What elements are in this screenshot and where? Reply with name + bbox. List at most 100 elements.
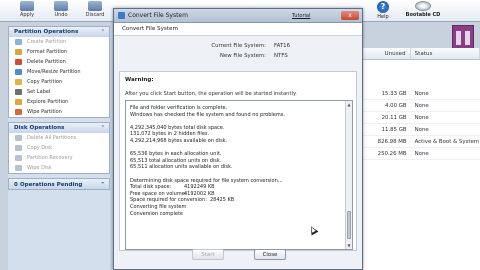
- new-fs-value: NTFS: [274, 53, 288, 59]
- operations-pending-header[interactable]: 0 Operations Pending ⌃: [8, 178, 110, 190]
- table-row[interactable]: 20.11 GB None: [359, 112, 480, 124]
- delete-partition-icon: [15, 59, 22, 65]
- sidebar-item-explore-partition[interactable]: Explore Partition: [9, 97, 109, 107]
- table-row[interactable]: 15.33 GB None: [359, 88, 480, 100]
- scroll-up-icon[interactable]: ▲: [346, 101, 352, 108]
- sidebar-item-label: Move/Resize Partition: [27, 69, 81, 75]
- left-sidebar: Partition Operations ⌃ Create Partition F…: [8, 26, 110, 270]
- column-header-status[interactable]: Status: [411, 48, 480, 59]
- partition-operations-panel: Partition Operations ⌃ Create Partition F…: [8, 26, 110, 118]
- sidebar-item-create-partition[interactable]: Create Partition: [9, 37, 109, 47]
- bootable-cd-button[interactable]: Bootable CD: [400, 1, 446, 18]
- discard-button[interactable]: Discard: [80, 1, 110, 21]
- convert-file-system-dialog: Convert File System Tutorial x Convert F…: [113, 8, 363, 270]
- log-value: 28425 KB: [210, 197, 235, 204]
- wipe-disk-icon: [15, 165, 22, 171]
- unused-cell: 826.98 MB: [377, 139, 407, 145]
- start-button[interactable]: Start: [192, 249, 224, 260]
- unused-cell: 20.11 GB: [381, 115, 407, 121]
- column-header-unused[interactable]: Unused: [359, 48, 411, 59]
- wipe-partition-icon: [15, 109, 22, 115]
- partition-visual-icon: [452, 25, 474, 49]
- sidebar-item-label: Partition Recovery: [27, 155, 73, 161]
- sidebar-item-wipe-partition[interactable]: Wipe Partition: [9, 107, 109, 117]
- table-header: Unused Status: [359, 48, 480, 60]
- discard-icon: [88, 1, 102, 11]
- sidebar-item-label: Copy Partition: [27, 79, 63, 85]
- table-row[interactable]: 250.26 MB None: [359, 148, 480, 160]
- help-icon: ?: [377, 1, 389, 13]
- tutorial-link[interactable]: Tutorial: [292, 13, 310, 19]
- warning-text: After you click Start button, the operat…: [125, 91, 297, 97]
- sidebar-item-copy-disk[interactable]: Copy Disk: [9, 143, 109, 153]
- format-partition-icon: [15, 49, 22, 55]
- log-line: Converting file system: [130, 204, 187, 210]
- table-row[interactable]: 4.00 GB None: [359, 100, 480, 112]
- sidebar-item-partition-recovery[interactable]: Partition Recovery: [9, 153, 109, 163]
- sidebar-item-label: Format Partition: [27, 49, 68, 55]
- explore-partition-icon: [15, 99, 22, 105]
- collapse-chevron-icon[interactable]: ⌃: [101, 27, 109, 37]
- sidebar-item-delete-all-partitions[interactable]: Delete All Partitions: [9, 133, 109, 143]
- warning-panel: Warning: After you click Start button, t…: [119, 71, 357, 251]
- log-key: Total disk space:: [130, 184, 172, 191]
- sidebar-item-move-resize-partition[interactable]: Move/Resize Partition: [9, 67, 109, 77]
- unused-cell: 250.26 MB: [377, 151, 407, 157]
- status-cell: None: [414, 127, 429, 133]
- disk-operations-panel: Disk Operations ⌃ Delete All Partitions C…: [8, 122, 110, 174]
- close-button[interactable]: Close: [254, 249, 286, 260]
- create-partition-icon: [15, 39, 22, 45]
- log-line: 4,292,214,968 bytes available on disk.: [130, 138, 228, 144]
- sidebar-item-label: Delete Partition: [27, 59, 66, 65]
- table-row[interactable]: 826.98 MB Active & Boot & System: [359, 136, 480, 148]
- sidebar-item-label: Wipe Partition: [27, 109, 62, 115]
- set-label-icon: [15, 89, 22, 95]
- copy-disk-icon: [15, 145, 22, 151]
- log-line: Conversion complete: [130, 210, 183, 217]
- dialog-title: Convert File System: [128, 12, 188, 19]
- sidebar-item-label: Explore Partition: [27, 99, 69, 105]
- sidebar-item-set-label[interactable]: Set Label: [9, 87, 109, 97]
- log-key: Free space on volume:: [130, 190, 187, 197]
- cd-icon: [415, 1, 431, 11]
- scroll-thumb[interactable]: [347, 211, 351, 239]
- sidebar-item-label: Wipe Disk: [27, 165, 52, 171]
- log-value: 4192002 KB: [184, 190, 215, 197]
- partition-recovery-icon: [15, 155, 22, 161]
- scroll-down-icon[interactable]: ▼: [346, 242, 352, 249]
- table-row[interactable]: 11.85 GB None: [359, 124, 480, 136]
- log-line: 65,511 allocation units available on dis…: [130, 164, 233, 171]
- apply-button[interactable]: Apply: [12, 1, 42, 21]
- conversion-log[interactable]: File and folder verification is complete…: [125, 100, 353, 250]
- status-cell: None: [414, 103, 429, 109]
- delete-all-partitions-icon: [15, 135, 22, 141]
- collapse-chevron-icon[interactable]: ⌃: [100, 179, 109, 189]
- partition-operations-header[interactable]: Partition Operations ⌃: [9, 27, 109, 37]
- undo-icon: [54, 1, 68, 11]
- sidebar-item-copy-partition[interactable]: Copy Partition: [9, 77, 109, 87]
- undo-button[interactable]: Undo: [46, 1, 76, 21]
- app-icon: [118, 12, 125, 19]
- status-cell: Active & Boot & System: [414, 139, 480, 145]
- help-button[interactable]: ? Help: [370, 1, 396, 20]
- move-resize-partition-icon: [15, 69, 22, 75]
- collapse-chevron-icon[interactable]: ⌃: [101, 123, 109, 133]
- log-line: Free space on volume:4192002 KB: [130, 191, 215, 197]
- log-line: 65,513 total allocation units on disk.: [130, 157, 222, 164]
- log-line: Determining disk space required for file…: [130, 177, 283, 184]
- unused-cell: 4.00 GB: [385, 103, 407, 109]
- dialog-titlebar[interactable]: Convert File System Tutorial x: [114, 9, 362, 23]
- log-line: File and folder verification is complete…: [130, 105, 228, 111]
- warning-title: Warning:: [125, 77, 154, 83]
- log-line: 65,536 bytes in each allocation unit.: [130, 151, 222, 158]
- sidebar-item-delete-partition[interactable]: Delete Partition: [9, 57, 109, 67]
- sidebar-item-wipe-disk[interactable]: Wipe Disk: [9, 163, 109, 173]
- sidebar-item-label: Create Partition: [27, 39, 67, 45]
- log-scrollbar[interactable]: ▲ ▼: [345, 101, 352, 249]
- log-line: Windows has checked the file system and …: [130, 111, 285, 118]
- disk-operations-header[interactable]: Disk Operations ⌃: [9, 123, 109, 133]
- sidebar-item-label: Set Label: [27, 89, 51, 95]
- sidebar-item-format-partition[interactable]: Format Partition: [9, 47, 109, 57]
- unused-cell: 11.85 GB: [381, 127, 407, 133]
- close-icon[interactable]: x: [341, 11, 359, 20]
